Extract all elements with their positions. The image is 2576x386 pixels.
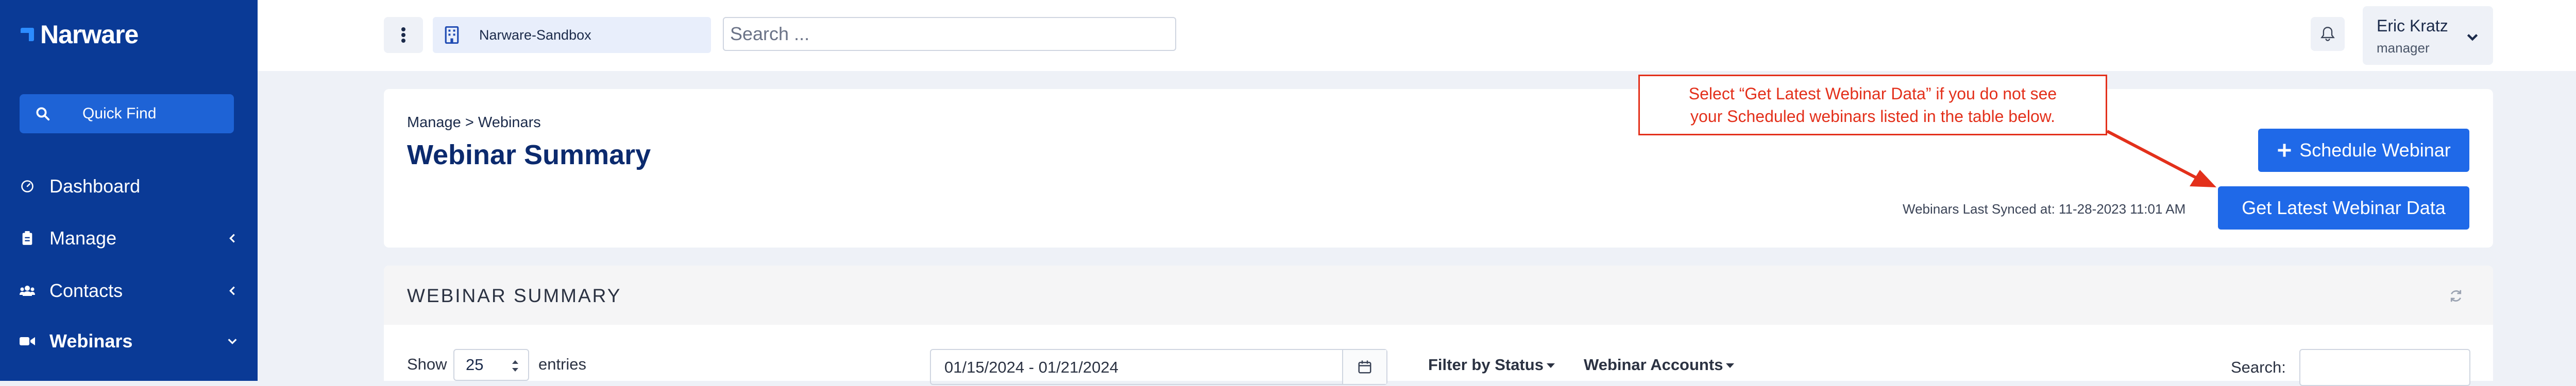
chevron-left-icon (225, 231, 240, 246)
video-camera-icon (20, 334, 35, 349)
clipboard-icon (20, 231, 35, 246)
date-range-value: 01/15/2024 - 01/21/2024 (944, 358, 1118, 376)
sidebar-item-webinars[interactable]: Webinars (20, 323, 246, 359)
app-logo[interactable]: Narware (21, 20, 139, 49)
plus-icon (2278, 144, 2291, 157)
kebab-menu-icon (401, 26, 405, 44)
calendar-icon[interactable] (1342, 350, 1386, 384)
user-role: manager (2377, 40, 2430, 56)
entries-label: entries (538, 355, 587, 373)
bell-icon (2320, 27, 2335, 41)
quick-find-button[interactable]: Quick Find (20, 94, 234, 133)
instruction-callout: Select “Get Latest Webinar Data” if you … (1638, 75, 2107, 135)
caret-down-icon (1546, 363, 1555, 369)
schedule-webinar-label: Schedule Webinar (2299, 139, 2451, 161)
sidebar-item-label: Dashboard (49, 176, 141, 197)
filter-status-label: Filter by Status (1428, 356, 1544, 374)
card-header: WEBINAR SUMMARY (384, 266, 2493, 325)
narware-logo-icon (21, 28, 34, 41)
more-options-button[interactable] (384, 17, 423, 53)
last-synced-text: Webinars Last Synced at: 11-28-2023 11:0… (1903, 201, 2186, 217)
organization-name: Narware-Sandbox (479, 27, 591, 43)
entries-value: 25 (466, 356, 484, 374)
table-search-input[interactable] (2299, 349, 2470, 386)
filter-by-status-dropdown[interactable]: Filter by Status (1428, 356, 1555, 374)
select-arrows-icon (512, 358, 519, 378)
entries-per-page-select[interactable]: 25 (453, 349, 529, 381)
callout-line: Select “Get Latest Webinar Data” if you … (1688, 84, 2057, 103)
chevron-down-icon (2464, 29, 2481, 45)
refresh-icon[interactable] (2447, 287, 2465, 305)
schedule-webinar-button[interactable]: Schedule Webinar (2258, 129, 2469, 172)
sidebar-item-manage[interactable]: Manage (20, 220, 246, 256)
breadcrumb[interactable]: Manage > Webinars (407, 114, 541, 131)
app-name: Narware (40, 20, 139, 49)
chevron-down-icon (225, 334, 240, 349)
page-title: Webinar Summary (407, 139, 651, 170)
user-menu[interactable]: Eric Kratz manager (2363, 6, 2493, 65)
caret-down-icon (1726, 363, 1735, 369)
get-latest-label: Get Latest Webinar Data (2242, 197, 2446, 218)
global-search-input[interactable] (723, 17, 1176, 51)
table-search-label: Search: (2231, 358, 2286, 376)
building-icon (443, 25, 461, 45)
chevron-left-icon (225, 283, 240, 299)
gauge-icon (20, 179, 35, 194)
search-icon (34, 105, 52, 122)
webinar-accounts-dropdown[interactable]: Webinar Accounts (1584, 356, 1735, 374)
notifications-button[interactable] (2311, 17, 2345, 51)
sidebar: Narware Quick Find Dashboard Manage Cont… (0, 0, 258, 381)
page-header-card (384, 89, 2493, 248)
get-latest-webinar-data-button[interactable]: Get Latest Webinar Data (2218, 186, 2469, 230)
sidebar-item-contacts[interactable]: Contacts (20, 273, 246, 309)
users-icon (20, 283, 35, 299)
organization-selector[interactable]: Narware-Sandbox (433, 17, 711, 53)
card-title: WEBINAR SUMMARY (407, 285, 622, 306)
sidebar-item-label: Webinars (49, 330, 133, 352)
show-label: Show (407, 355, 447, 373)
date-range-picker[interactable]: 01/15/2024 - 01/21/2024 (930, 349, 1387, 385)
webinar-accounts-label: Webinar Accounts (1584, 356, 1723, 374)
sidebar-item-label: Contacts (49, 280, 123, 301)
webinar-summary-card: WEBINAR SUMMARY Show 25 entries 01/15/20… (384, 266, 2493, 386)
callout-line: your Scheduled webinars listed in the ta… (1690, 107, 2055, 126)
user-name: Eric Kratz (2377, 16, 2448, 35)
sidebar-item-dashboard[interactable]: Dashboard (20, 168, 246, 204)
quick-find-label: Quick Find (82, 105, 157, 122)
sidebar-item-label: Manage (49, 227, 117, 249)
